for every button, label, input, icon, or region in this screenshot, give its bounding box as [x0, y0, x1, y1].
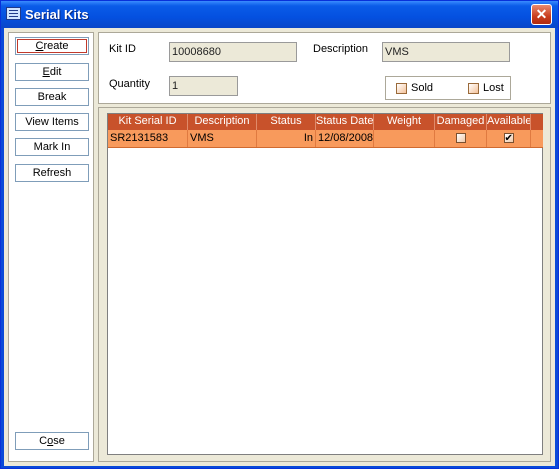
- cell-description: VMS: [188, 130, 257, 147]
- sold-label: Sold: [411, 82, 434, 94]
- client-area: Create Edit Break View Items Mark In Ref…: [4, 28, 555, 466]
- kit-id-label: Kit ID: [109, 43, 136, 55]
- col-kit-serial-id[interactable]: Kit Serial ID: [108, 114, 188, 130]
- edit-mnemonic: E: [42, 66, 50, 78]
- lost-checkbox[interactable]: [468, 83, 479, 94]
- edit-label-rest: dit: [49, 66, 62, 78]
- close-button[interactable]: Cose: [15, 432, 89, 450]
- cell-status-date: 12/08/2008: [316, 130, 374, 147]
- table-header-row: Kit Serial ID Description Status Status …: [108, 114, 543, 130]
- col-weight[interactable]: Weight: [374, 114, 435, 130]
- cell-status: In: [257, 130, 316, 147]
- close-label-start: C: [39, 435, 48, 447]
- action-sidebar: Create Edit Break View Items Mark In Ref…: [8, 32, 94, 462]
- mark-in-button[interactable]: Mark In: [15, 138, 89, 156]
- col-available[interactable]: Available: [487, 114, 531, 130]
- kit-id-field[interactable]: 10008680: [169, 42, 297, 62]
- quantity-label: Quantity: [109, 78, 150, 90]
- kit-serial-table[interactable]: Kit Serial ID Description Status Status …: [107, 113, 543, 455]
- available-checkbox[interactable]: [503, 131, 514, 147]
- cell-kit-serial-id: SR2131583: [108, 130, 188, 147]
- header-filler: [531, 114, 543, 130]
- col-damaged[interactable]: Damaged: [435, 114, 487, 130]
- sold-checkbox[interactable]: [396, 83, 407, 94]
- view-items-button[interactable]: View Items: [15, 113, 89, 131]
- damaged-checkbox[interactable]: [455, 133, 466, 144]
- row-filler: [531, 130, 543, 147]
- status-checkbox-group: Sold Lost: [385, 76, 511, 100]
- quantity-field[interactable]: 1: [169, 76, 238, 96]
- description-field[interactable]: VMS: [382, 42, 510, 62]
- title-bar[interactable]: Serial Kits ✕: [1, 1, 558, 28]
- description-label: Description: [313, 43, 369, 55]
- window-close-button[interactable]: ✕: [531, 4, 552, 25]
- close-label-rest: se: [53, 435, 65, 447]
- app-icon: [6, 7, 21, 20]
- cell-damaged: [435, 130, 487, 147]
- col-status-date[interactable]: Status Date: [316, 114, 374, 130]
- lost-label: Lost: [483, 82, 504, 94]
- cell-weight: [374, 130, 435, 147]
- create-label-rest: reate: [43, 40, 69, 52]
- kit-details-panel: Kit ID 10008680 Description VMS Quantity…: [98, 32, 551, 104]
- cell-available: [487, 130, 531, 147]
- grid-panel: Kit Serial ID Description Status Status …: [98, 107, 551, 462]
- refresh-button[interactable]: Refresh: [15, 164, 89, 182]
- col-status[interactable]: Status: [257, 114, 316, 130]
- table-row[interactable]: SR2131583 VMS In 12/08/2008: [108, 130, 543, 148]
- create-button[interactable]: Create: [15, 37, 89, 55]
- window-title: Serial Kits: [25, 7, 89, 22]
- serial-kits-window: Serial Kits ✕ Create Edit Break View Ite…: [0, 0, 559, 469]
- col-description[interactable]: Description: [188, 114, 257, 130]
- break-button[interactable]: Break: [15, 88, 89, 106]
- edit-button[interactable]: Edit: [15, 63, 89, 81]
